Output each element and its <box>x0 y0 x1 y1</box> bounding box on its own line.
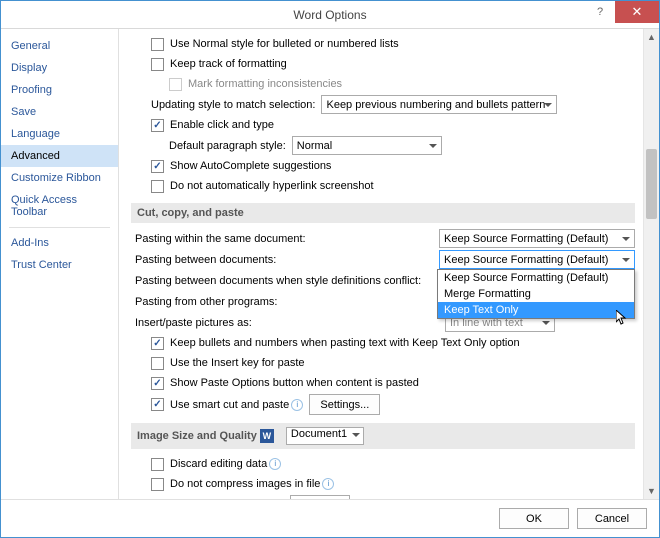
sidebar-item-save[interactable]: Save <box>1 101 118 123</box>
label-no-compress: Do not compress images in file <box>170 478 320 490</box>
label-paste-within: Pasting within the same document: <box>135 233 306 245</box>
dialog-footer: OK Cancel <box>1 499 659 537</box>
checkbox-autocomplete[interactable] <box>151 160 164 173</box>
info-icon[interactable]: i <box>322 478 334 490</box>
scroll-down-arrow[interactable]: ▼ <box>644 483 659 499</box>
sidebar-item-addins[interactable]: Add-Ins <box>1 232 118 254</box>
select-default-para-style[interactable]: Normal <box>292 136 442 155</box>
dropdown-option-merge[interactable]: Merge Formatting <box>438 286 634 302</box>
label-paste-between: Pasting between documents: <box>135 254 276 266</box>
label-normal-style: Use Normal style for bulleted or numbere… <box>170 38 399 50</box>
select-image-quality-doc[interactable]: Document1 <box>286 427 364 445</box>
settings-button[interactable]: Settings... <box>309 394 380 415</box>
checkbox-keep-track[interactable] <box>151 58 164 71</box>
label-discard-editing: Discard editing data <box>170 458 267 470</box>
sidebar-item-customize-ribbon[interactable]: Customize Ribbon <box>1 167 118 189</box>
dialog-title: Word Options <box>293 8 366 22</box>
section-image-quality: Image Size and Quality WDocument1 <box>131 423 635 449</box>
sidebar-item-quick-access[interactable]: Quick Access Toolbar <box>1 189 118 223</box>
label-insert-pictures: Insert/paste pictures as: <box>135 317 252 329</box>
label-target-output: Set default target output to: <box>151 499 284 500</box>
sidebar-item-general[interactable]: General <box>1 35 118 57</box>
category-sidebar: General Display Proofing Save Language A… <box>1 29 119 499</box>
select-paste-between[interactable]: Keep Source Formatting (Default) <box>439 250 635 269</box>
checkbox-mark-inconsistencies <box>169 78 182 91</box>
label-autocomplete: Show AutoComplete suggestions <box>170 160 331 172</box>
checkbox-normal-style[interactable] <box>151 38 164 51</box>
label-keep-track: Keep track of formatting <box>170 58 287 70</box>
vertical-scrollbar[interactable]: ▲ ▼ <box>643 29 659 499</box>
checkbox-no-compress[interactable] <box>151 478 164 491</box>
sidebar-separator <box>9 227 110 228</box>
checkbox-use-insert-key[interactable] <box>151 357 164 370</box>
checkbox-no-auto-hyperlink[interactable] <box>151 180 164 193</box>
select-updating-style[interactable]: Keep previous numbering and bullets patt… <box>321 95 557 114</box>
label-show-paste-options: Show Paste Options button when content i… <box>170 377 419 389</box>
label-no-auto-hyperlink: Do not automatically hyperlink screensho… <box>170 180 374 192</box>
options-panel: Use Normal style for bulleted or numbere… <box>119 29 643 499</box>
info-icon[interactable]: i <box>291 399 303 411</box>
section-cut-copy-paste: Cut, copy, and paste <box>131 203 635 223</box>
label-paste-conflict: Pasting between documents when style def… <box>135 275 421 287</box>
sidebar-item-advanced[interactable]: Advanced <box>1 145 118 167</box>
checkbox-discard-editing[interactable] <box>151 458 164 471</box>
word-doc-icon: W <box>260 429 274 443</box>
dropdown-option-keep-text-only[interactable]: Keep Text Only <box>438 302 634 318</box>
checkbox-show-paste-options[interactable] <box>151 377 164 390</box>
ok-button[interactable]: OK <box>499 508 569 529</box>
word-options-dialog: Word Options ? ✕ General Display Proofin… <box>0 0 660 538</box>
scroll-thumb[interactable] <box>646 149 657 219</box>
cancel-button[interactable]: Cancel <box>577 508 647 529</box>
label-updating-style: Updating style to match selection: <box>151 99 315 111</box>
sidebar-item-language[interactable]: Language <box>1 123 118 145</box>
sidebar-item-trust-center[interactable]: Trust Center <box>1 254 118 276</box>
label-use-insert-key: Use the Insert key for paste <box>170 357 305 369</box>
titlebar: Word Options ? ✕ <box>1 1 659 29</box>
label-enable-click-type: Enable click and type <box>170 119 274 131</box>
sidebar-item-proofing[interactable]: Proofing <box>1 79 118 101</box>
label-smart-cut-paste: Use smart cut and paste <box>170 399 289 411</box>
checkbox-keep-bullets[interactable] <box>151 337 164 350</box>
info-icon[interactable]: i <box>269 458 281 470</box>
close-button[interactable]: ✕ <box>615 1 659 23</box>
select-paste-within[interactable]: Keep Source Formatting (Default) <box>439 229 635 248</box>
help-button[interactable]: ? <box>585 1 615 23</box>
label-paste-other: Pasting from other programs: <box>135 296 277 308</box>
checkbox-enable-click-type[interactable] <box>151 119 164 132</box>
label-default-para-style: Default paragraph style: <box>169 140 286 152</box>
checkbox-smart-cut-paste[interactable] <box>151 398 164 411</box>
sidebar-item-display[interactable]: Display <box>1 57 118 79</box>
scroll-up-arrow[interactable]: ▲ <box>644 29 659 45</box>
select-target-output[interactable]: 220 ppi <box>290 495 350 499</box>
label-mark-inconsistencies: Mark formatting inconsistencies <box>188 78 342 90</box>
dropdown-paste-between-open: Keep Source Formatting (Default) Merge F… <box>437 269 635 319</box>
dropdown-option-keep-source[interactable]: Keep Source Formatting (Default) <box>438 270 634 286</box>
label-keep-bullets: Keep bullets and numbers when pasting te… <box>170 337 520 349</box>
